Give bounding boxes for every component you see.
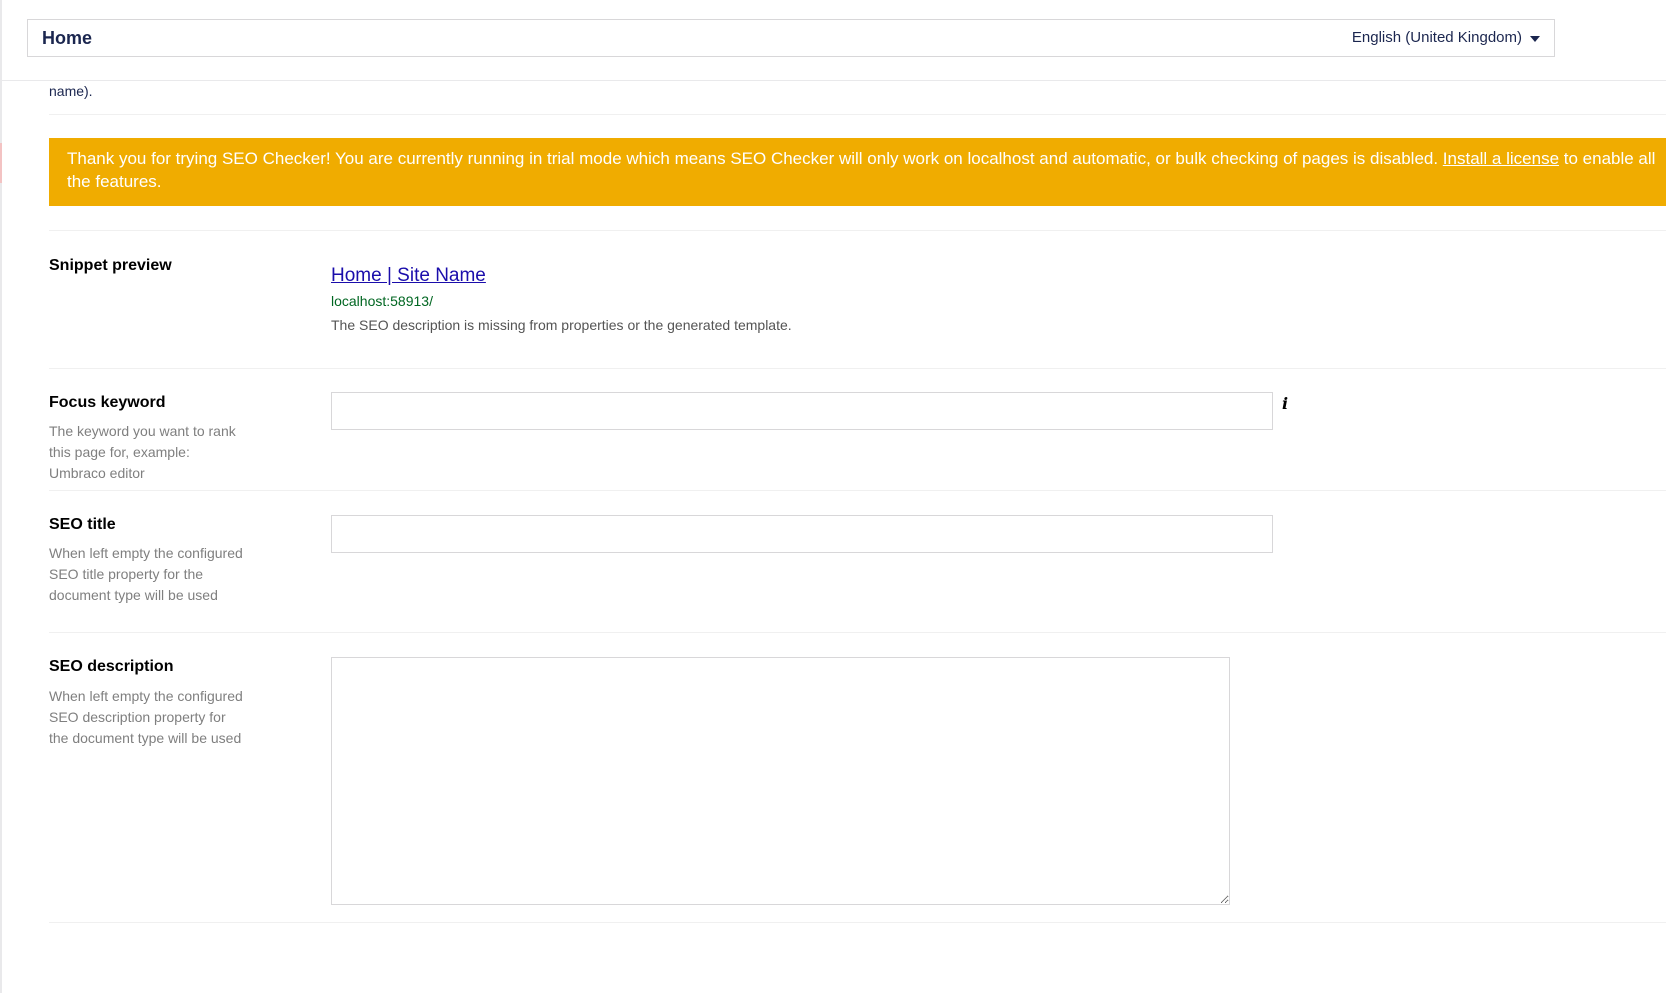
divider xyxy=(49,114,1666,115)
divider xyxy=(49,632,1666,633)
seo-title-description: When left empty the configured SEO title… xyxy=(49,545,243,603)
caret-down-icon xyxy=(1530,35,1540,42)
divider xyxy=(49,922,1666,923)
content-area: name). Thank you for trying SEO Checker!… xyxy=(2,81,1666,993)
language-label: English (United Kingdom) xyxy=(1351,29,1522,46)
previous-description-fragment: name). xyxy=(49,83,93,99)
focus-keyword-input[interactable] xyxy=(331,392,1273,430)
seo-title-label: SEO title xyxy=(49,516,116,533)
trial-banner-line2: the features. xyxy=(67,172,162,191)
language-selector[interactable]: English (United Kingdom) xyxy=(1352,29,1540,46)
trial-banner: Thank you for trying SEO Checker! You ar… xyxy=(49,138,1666,206)
snippet-preview-label: Snippet preview xyxy=(49,257,172,274)
seo-description-description: When left empty the configured SEO descr… xyxy=(49,688,243,746)
seo-title-input[interactable] xyxy=(331,515,1273,553)
info-icon[interactable]: i xyxy=(1282,394,1288,413)
editor-header: Home English (United Kingdom) xyxy=(2,0,1666,81)
snippet-description: The SEO description is missing from prop… xyxy=(331,317,792,333)
divider xyxy=(49,490,1666,491)
trial-banner-text-after: to enable all xyxy=(1559,149,1656,168)
header-bar: Home English (United Kingdom) xyxy=(27,19,1555,57)
seo-description-label: SEO description xyxy=(49,658,174,675)
install-license-link[interactable]: Install a license xyxy=(1443,149,1559,168)
snippet-title-link[interactable]: Home | Site Name xyxy=(331,265,486,287)
trial-banner-text: Thank you for trying SEO Checker! You ar… xyxy=(67,149,1443,168)
divider xyxy=(49,230,1666,231)
page-name: Home xyxy=(42,28,93,48)
snippet-url: localhost:58913/ xyxy=(331,293,433,309)
focus-keyword-description: The keyword you want to rank this page f… xyxy=(49,423,236,481)
seo-description-textarea[interactable] xyxy=(331,657,1230,905)
divider xyxy=(49,368,1666,369)
focus-keyword-label: Focus keyword xyxy=(49,394,166,411)
